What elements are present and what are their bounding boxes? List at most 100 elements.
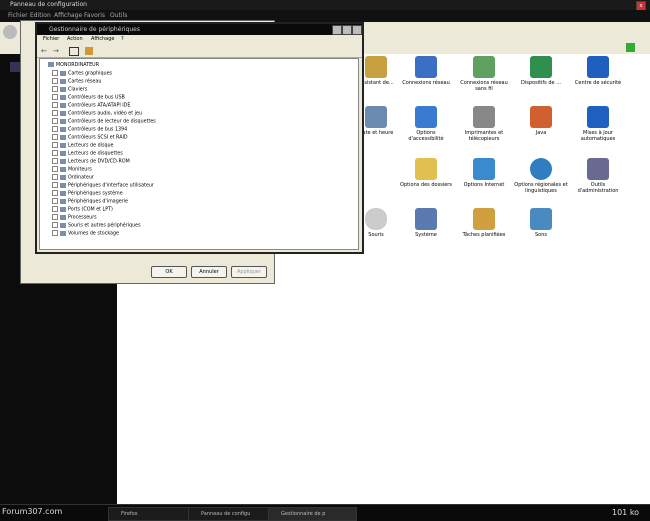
tree-item[interactable]: Périphériques d'imagerie [52, 198, 128, 205]
tree-item[interactable]: Contrôleurs SCSI et RAID [52, 134, 128, 141]
expand-icon[interactable] [52, 198, 58, 204]
tree-item-label: Cartes réseau [68, 79, 102, 85]
tree-item[interactable]: Contrôleurs de bus 1394 [52, 126, 127, 133]
cp-icon-printers[interactable]: Imprimantes et télécopieurs [457, 106, 511, 142]
back-icon[interactable]: ← [41, 47, 49, 55]
tree-item[interactable]: Contrôleurs de lecteur de disquettes [52, 118, 156, 125]
menu-favorites[interactable]: Favoris [84, 12, 105, 19]
expand-icon[interactable] [52, 118, 58, 124]
tree-item-label: Contrôleurs de bus USB [68, 95, 125, 101]
tree-item-label: Contrôleurs audio, vidéo et jeu [68, 111, 142, 117]
cp-icon-network[interactable]: Connexions réseau [399, 56, 453, 86]
menu-view[interactable]: Affichage [54, 12, 82, 19]
start-button[interactable]: Forum307.com [2, 507, 62, 516]
tree-item[interactable]: Souris et autres périphériques [52, 222, 141, 229]
cp-icon-admin-tools[interactable]: Outils d'administration [571, 158, 625, 194]
menu-help[interactable]: ? [121, 36, 124, 42]
tree-item-label: Volumes de stockage [68, 231, 119, 237]
expand-icon[interactable] [52, 206, 58, 212]
cp-icon-scheduled-tasks[interactable]: Tâches planifiées [457, 208, 511, 238]
tree-item-label: Moniteurs [68, 167, 92, 173]
tree-item[interactable]: Contrôleurs de bus USB [52, 94, 125, 101]
forward-icon[interactable]: → [53, 47, 61, 55]
expand-icon[interactable] [52, 182, 58, 188]
close-button[interactable]: x [352, 25, 362, 35]
scan-icon[interactable] [85, 47, 93, 55]
device-icon [60, 118, 66, 124]
menu-edit[interactable]: Edition [30, 12, 51, 19]
tree-root[interactable]: MONORDINATEUR [48, 62, 99, 68]
go-icon[interactable] [626, 43, 635, 52]
expand-icon[interactable] [52, 230, 58, 236]
cp-icon-folder-options[interactable]: Options des dossiers [399, 158, 453, 188]
taskbar-item-firefox[interactable]: Firefox [108, 507, 192, 521]
taskbar-item-device-manager[interactable]: Gestionnaire de p [268, 507, 357, 521]
tree-item[interactable]: Contrôleurs audio, vidéo et jeu [52, 110, 142, 117]
cp-icon-wireless[interactable]: Connexions réseau sans fil [457, 56, 511, 92]
tree-item[interactable]: Ordinateur [52, 174, 94, 181]
menu-file[interactable]: Fichier [43, 36, 59, 42]
expand-icon[interactable] [52, 190, 58, 196]
tree-item[interactable]: Lecteurs de disque [52, 142, 113, 149]
expand-icon[interactable] [52, 222, 58, 228]
apply-button[interactable]: Appliquer [231, 266, 267, 278]
ok-button[interactable]: OK [151, 266, 187, 278]
tree-item[interactable]: Processeurs [52, 214, 97, 221]
menu-bar: Fichier Action Affichage ? [37, 35, 362, 45]
taskbar-item-control-panel[interactable]: Panneau de configu [188, 507, 272, 521]
expand-icon[interactable] [52, 150, 58, 156]
cancel-button[interactable]: Annuler [191, 266, 227, 278]
tree-item[interactable]: Lecteurs de DVD/CD-ROM [52, 158, 130, 165]
expand-icon[interactable] [52, 70, 58, 76]
tree-item[interactable]: Lecteurs de disquettes [52, 150, 123, 157]
menu-action[interactable]: Action [67, 36, 83, 42]
mouse-icon [365, 208, 387, 230]
cp-icon-regional[interactable]: Options régionales et linguistiques [514, 158, 568, 194]
cp-icon-auto-update[interactable]: Mises à jour automatiques [571, 106, 625, 142]
menu-file[interactable]: Fichier [8, 12, 28, 19]
computer-icon [415, 208, 437, 230]
menu-tools[interactable]: Outils [110, 12, 127, 19]
tree-item-label: Lecteurs de disquettes [68, 151, 123, 157]
back-icon[interactable] [3, 25, 17, 39]
expand-icon[interactable] [52, 214, 58, 220]
expand-icon[interactable] [52, 126, 58, 132]
expand-icon[interactable] [52, 166, 58, 172]
tree-item[interactable]: Cartes graphiques [52, 70, 112, 77]
cp-icon-users[interactable]: Sons [514, 208, 568, 238]
tree-item[interactable]: Ports (COM et LPT) [52, 206, 113, 213]
tree-item[interactable]: Périphériques système [52, 190, 123, 197]
tree-item[interactable]: Moniteurs [52, 166, 92, 173]
shield-icon [587, 56, 609, 78]
expand-icon[interactable] [52, 110, 58, 116]
tree-item[interactable]: Contrôleurs ATA/ATAPI IDE [52, 102, 131, 109]
properties-icon[interactable] [69, 47, 79, 56]
expand-icon[interactable] [52, 134, 58, 140]
cp-icon-devices[interactable]: Dispositifs de ... [514, 56, 568, 86]
cp-icon-security-center[interactable]: Centre de sécurité [571, 56, 625, 86]
cp-icon-internet-options[interactable]: Options Internet [457, 158, 511, 188]
device-icon [60, 198, 66, 204]
windows-update-icon [587, 106, 609, 128]
expand-icon[interactable] [52, 174, 58, 180]
expand-icon[interactable] [52, 94, 58, 100]
minimize-button[interactable]: _ [332, 25, 342, 35]
expand-icon[interactable] [52, 158, 58, 164]
expand-icon[interactable] [52, 78, 58, 84]
tree-item[interactable]: Périphériques d'interface utilisateur [52, 182, 154, 189]
cp-icon-accessibility[interactable]: Options d'accessibilité [399, 106, 453, 142]
cp-icon-java[interactable]: Java [514, 106, 568, 136]
tree-item[interactable]: Claviers [52, 86, 87, 93]
expand-icon[interactable] [52, 142, 58, 148]
menu-view[interactable]: Affichage [91, 36, 115, 42]
window-title: Panneau de configuration [10, 1, 87, 8]
tree-item[interactable]: Volumes de stockage [52, 230, 119, 237]
expand-icon[interactable] [52, 86, 58, 92]
tree-item-label: Contrôleurs ATA/ATAPI IDE [68, 103, 131, 109]
device-icon [60, 94, 66, 100]
tree-item[interactable]: Cartes réseau [52, 78, 102, 85]
java-icon [530, 106, 552, 128]
maximize-button[interactable]: □ [342, 25, 352, 35]
cp-icon-system[interactable]: Système [399, 208, 453, 238]
expand-icon[interactable] [52, 102, 58, 108]
